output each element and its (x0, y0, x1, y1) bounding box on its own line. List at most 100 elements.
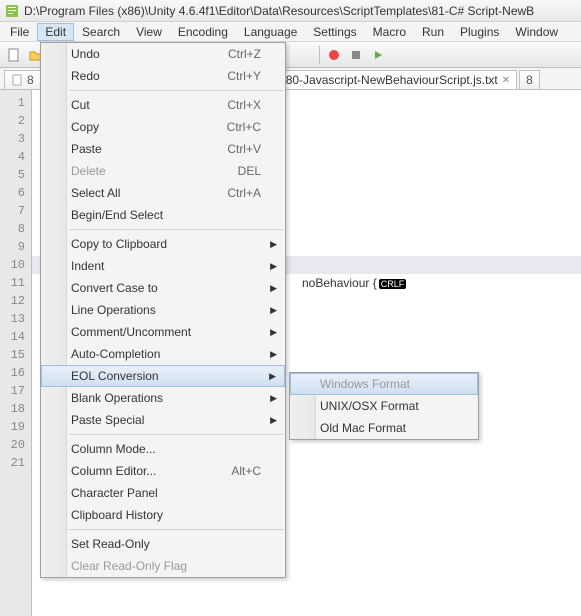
menu-file[interactable]: File (2, 23, 37, 41)
menu-separator (69, 90, 283, 91)
shortcut: Ctrl+Z (228, 47, 261, 61)
line-number: 5 (0, 166, 31, 184)
menu-separator (69, 229, 283, 230)
menu-item-column-editor[interactable]: Column Editor...Alt+C (41, 460, 285, 482)
line-number: 19 (0, 418, 31, 436)
line-number: 20 (0, 436, 31, 454)
menu-item-auto-completion[interactable]: Auto-Completion▶ (41, 343, 285, 365)
submenu-arrow-icon: ▶ (270, 327, 277, 338)
shortcut: Ctrl+Y (227, 69, 261, 83)
line-number: 10 (0, 256, 31, 274)
menu-item-blank-operations[interactable]: Blank Operations▶ (41, 387, 285, 409)
separator (319, 46, 320, 64)
menu-item-set-read-only[interactable]: Set Read-Only (41, 533, 285, 555)
tab[interactable]: 80-Javascript-NewBehaviourScript.js.txt … (263, 70, 517, 89)
menu-item-copy-to-clipboard[interactable]: Copy to Clipboard▶ (41, 233, 285, 255)
line-number: 3 (0, 130, 31, 148)
menu-item-character-panel[interactable]: Character Panel (41, 482, 285, 504)
line-number: 16 (0, 364, 31, 382)
menu-plugins[interactable]: Plugins (452, 23, 507, 41)
file-icon (11, 74, 23, 86)
menu-item-undo[interactable]: UndoCtrl+Z (41, 43, 285, 65)
line-number: 11 (0, 274, 31, 292)
menu-item-clipboard-history[interactable]: Clipboard History (41, 504, 285, 526)
close-icon[interactable]: ✕ (502, 75, 510, 86)
menu-separator (69, 434, 283, 435)
menu-item-line-operations[interactable]: Line Operations▶ (41, 299, 285, 321)
macro-stop-icon[interactable] (346, 45, 366, 65)
menu-language[interactable]: Language (236, 23, 305, 41)
submenu-item-old-mac-format[interactable]: Old Mac Format (290, 417, 478, 439)
line-number: 4 (0, 148, 31, 166)
menu-item-column-mode[interactable]: Column Mode... (41, 438, 285, 460)
macro-record-icon[interactable] (324, 45, 344, 65)
submenu-item-windows-format: Windows Format (290, 373, 478, 395)
line-number: 12 (0, 292, 31, 310)
line-number: 13 (0, 310, 31, 328)
menu-bar: FileEditSearchViewEncodingLanguageSettin… (0, 22, 581, 42)
window-title: D:\Program Files (x86)\Unity 4.6.4f1\Edi… (24, 4, 534, 18)
submenu-arrow-icon: ▶ (270, 261, 277, 272)
menu-item-indent[interactable]: Indent▶ (41, 255, 285, 277)
menu-encoding[interactable]: Encoding (170, 23, 236, 41)
eol-marker: CRLF (379, 279, 407, 289)
submenu-arrow-icon: ▶ (270, 415, 277, 426)
tab-label: 80-Javascript-NewBehaviourScript.js.txt (286, 73, 498, 87)
submenu-arrow-icon: ▶ (270, 305, 277, 316)
line-number: 6 (0, 184, 31, 202)
line-number: 2 (0, 112, 31, 130)
menu-macro[interactable]: Macro (365, 23, 414, 41)
edit-menu-dropdown: UndoCtrl+ZRedoCtrl+YCutCtrl+XCopyCtrl+CP… (40, 42, 286, 578)
shortcut: Ctrl+V (227, 142, 261, 156)
submenu-arrow-icon: ▶ (270, 283, 277, 294)
menu-item-copy[interactable]: CopyCtrl+C (41, 116, 285, 138)
menu-item-cut[interactable]: CutCtrl+X (41, 94, 285, 116)
submenu-arrow-icon: ▶ (270, 393, 277, 404)
submenu-arrow-icon: ▶ (270, 349, 277, 360)
menu-item-convert-case-to[interactable]: Convert Case to▶ (41, 277, 285, 299)
line-number: 15 (0, 346, 31, 364)
new-icon[interactable] (4, 45, 24, 65)
title-bar: D:\Program Files (x86)\Unity 4.6.4f1\Edi… (0, 0, 581, 22)
line-number: 9 (0, 238, 31, 256)
menu-window[interactable]: Window (507, 23, 566, 41)
menu-item-delete: DeleteDEL (41, 160, 285, 182)
line-number: 18 (0, 400, 31, 418)
line-number: 8 (0, 220, 31, 238)
menu-item-paste-special[interactable]: Paste Special▶ (41, 409, 285, 431)
tab-label: 8 (27, 73, 34, 87)
line-number-gutter: 123456789101112131415161718192021 (0, 90, 32, 616)
menu-item-begin-end-select[interactable]: Begin/End Select (41, 204, 285, 226)
menu-item-select-all[interactable]: Select AllCtrl+A (41, 182, 285, 204)
code-text: noBehaviour {CRLF (302, 274, 406, 293)
tab[interactable]: 8 (4, 70, 41, 89)
line-number: 17 (0, 382, 31, 400)
line-number: 1 (0, 94, 31, 112)
shortcut: Ctrl+A (227, 186, 261, 200)
submenu-arrow-icon: ▶ (270, 239, 277, 250)
menu-item-redo[interactable]: RedoCtrl+Y (41, 65, 285, 87)
tab[interactable]: 8 (519, 70, 540, 89)
menu-item-eol-conversion[interactable]: EOL Conversion▶ (41, 365, 285, 387)
menu-edit[interactable]: Edit (37, 23, 74, 41)
menu-search[interactable]: Search (74, 23, 128, 41)
line-number: 14 (0, 328, 31, 346)
menu-item-clear-read-only-flag: Clear Read-Only Flag (41, 555, 285, 577)
menu-run[interactable]: Run (414, 23, 452, 41)
shortcut: DEL (238, 164, 261, 178)
shortcut: Ctrl+X (227, 98, 261, 112)
menu-view[interactable]: View (128, 23, 170, 41)
eol-conversion-submenu: Windows FormatUNIX/OSX FormatOld Mac For… (289, 372, 479, 440)
submenu-item-unix-osx-format[interactable]: UNIX/OSX Format (290, 395, 478, 417)
menu-settings[interactable]: Settings (305, 23, 364, 41)
menu-item-comment-uncomment[interactable]: Comment/Uncomment▶ (41, 321, 285, 343)
macro-play-icon[interactable] (368, 45, 388, 65)
shortcut: Alt+C (231, 464, 261, 478)
shortcut: Ctrl+C (227, 120, 261, 134)
menu-item-paste[interactable]: PasteCtrl+V (41, 138, 285, 160)
tab-label: 8 (526, 73, 533, 87)
app-icon (4, 3, 20, 19)
line-number: 21 (0, 454, 31, 472)
submenu-arrow-icon: ▶ (269, 371, 276, 382)
menu-separator (69, 529, 283, 530)
